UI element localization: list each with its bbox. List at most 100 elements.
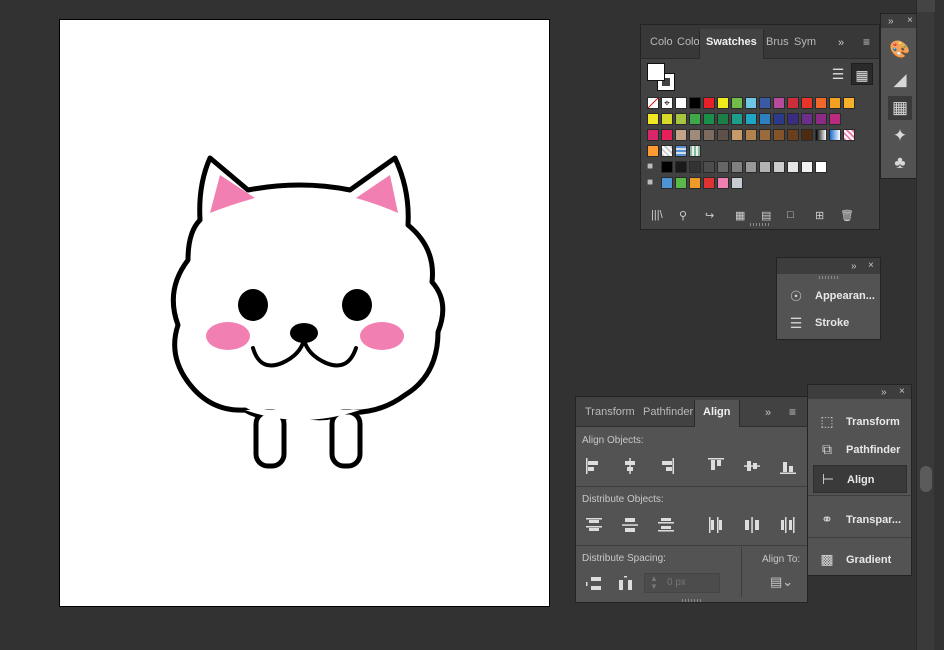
swatch-chip[interactable] [661, 129, 673, 141]
swatch-chip[interactable] [731, 97, 743, 109]
swatch-chip[interactable] [689, 161, 701, 173]
swatch-chip[interactable] [801, 129, 813, 141]
color-group-folder-icon[interactable]: ■ [647, 161, 659, 173]
horizontal-distribute-center-icon[interactable] [742, 515, 762, 535]
align-to-dropdown-icon[interactable]: ▤⌄ [770, 575, 793, 588]
swatch-chip[interactable] [815, 97, 827, 109]
resize-grip[interactable] [681, 599, 702, 602]
vertical-align-center-icon[interactable] [742, 456, 762, 476]
horizontal-align-left-icon[interactable] [584, 456, 604, 476]
panel-item-align[interactable]: ⊢ Align [813, 465, 907, 493]
swatch-chip[interactable] [731, 161, 743, 173]
horizontal-distribute-space-icon[interactable] [616, 574, 636, 594]
swatch-chip[interactable] [661, 177, 673, 189]
scrollbar-thumb[interactable] [920, 466, 932, 492]
swatch-chip[interactable] [787, 97, 799, 109]
thumbnail-view-icon[interactable]: ▦ [851, 63, 873, 85]
vertical-scrollbar[interactable] [916, 0, 935, 650]
swatch-chip[interactable] [801, 113, 813, 125]
palette-icon[interactable]: 🎨 [888, 38, 912, 62]
gradient-arc-icon[interactable]: ◢ [888, 68, 912, 92]
pattern-swatch[interactable] [661, 145, 673, 157]
pattern-swatch[interactable] [675, 145, 687, 157]
tab-align[interactable]: Align [694, 400, 740, 427]
swatch-chip[interactable] [703, 129, 715, 141]
swatch-chip[interactable] [731, 177, 743, 189]
close-icon[interactable]: × [868, 261, 874, 271]
brush-icon[interactable]: ✦ [888, 124, 912, 148]
dog-illustration[interactable] [60, 20, 551, 608]
swatch-chip[interactable] [815, 161, 827, 173]
vertical-distribute-center-icon[interactable] [620, 515, 640, 535]
panel-item-pathfinder[interactable]: ⧉ Pathfinder [808, 436, 911, 464]
swatch-chip[interactable] [745, 129, 757, 141]
resize-grip[interactable] [818, 276, 839, 279]
swatch-chip[interactable] [773, 97, 785, 109]
panel-menu-icon[interactable]: ≡ [789, 406, 796, 418]
panel-expand-icon[interactable]: » [765, 408, 771, 419]
gradient-pattern-swatch[interactable] [815, 129, 827, 141]
swatch-chip[interactable] [689, 177, 701, 189]
swatch-chip[interactable] [731, 113, 743, 125]
club-icon[interactable]: ♣ [888, 151, 912, 175]
collapse-icon[interactable]: » [851, 262, 857, 272]
tab-color[interactable]: Colo [647, 29, 676, 59]
collapse-icon[interactable]: » [888, 17, 894, 27]
swatch-chip[interactable] [689, 97, 701, 109]
artboard[interactable] [59, 19, 550, 607]
swatch-chip[interactable] [661, 113, 673, 125]
panel-expand-icon[interactable]: » [838, 38, 844, 49]
swatch-chip[interactable] [787, 113, 799, 125]
place-swatch-icon[interactable]: ↪ [705, 209, 714, 222]
swatch-libraries-icon[interactable]: |||\ [651, 209, 663, 221]
horizontal-align-center-icon[interactable] [620, 456, 640, 476]
swatch-chip[interactable] [703, 97, 715, 109]
horizontal-align-right-icon[interactable] [656, 456, 676, 476]
gradient-pattern-swatch[interactable] [829, 129, 841, 141]
tab-pathfinder[interactable]: Pathfinder [640, 400, 696, 427]
swatch-chip[interactable] [759, 97, 771, 109]
new-swatch-icon[interactable]: ⊞ [815, 209, 824, 222]
swatch-chip[interactable] [703, 177, 715, 189]
tab-swatches[interactable]: Swatches [699, 29, 764, 59]
horizontal-distribute-left-icon[interactable] [706, 515, 726, 535]
swatch-chip[interactable] [675, 113, 687, 125]
swatch-chip[interactable] [801, 97, 813, 109]
swatch-chip[interactable] [717, 177, 729, 189]
close-icon[interactable]: × [907, 16, 913, 26]
swatch-chip[interactable] [647, 129, 659, 141]
resize-grip[interactable] [750, 223, 770, 226]
panel-item-appearance[interactable]: ☉ Appearan... [777, 283, 880, 309]
list-view-icon[interactable]: ☰ [827, 63, 849, 85]
swatch-chip[interactable] [731, 129, 743, 141]
swatch-chip[interactable] [745, 161, 757, 173]
panel-menu-icon[interactable]: ≡ [863, 36, 870, 48]
swatch-chip[interactable] [773, 161, 785, 173]
swatch-chip[interactable] [675, 177, 687, 189]
none-swatch[interactable] [647, 97, 659, 109]
swatch-options-icon[interactable]: ▤ [761, 209, 771, 222]
swatch-chip[interactable] [717, 129, 729, 141]
swatch-chip[interactable] [689, 129, 701, 141]
horizontal-distribute-right-icon[interactable] [778, 515, 798, 535]
swatch-chip[interactable] [759, 129, 771, 141]
find-swatch-icon[interactable]: ⚲ [679, 209, 687, 222]
stepper-icon[interactable]: ▲ ▼ [650, 575, 658, 591]
vertical-align-bottom-icon[interactable] [778, 456, 798, 476]
show-kinds-icon[interactable]: ▦ [735, 209, 745, 222]
swatch-chip[interactable] [773, 113, 785, 125]
swatch-chip[interactable] [759, 161, 771, 173]
new-group-folder-icon[interactable]: □ [787, 209, 794, 221]
swatch-chip[interactable] [675, 129, 687, 141]
registration-swatch[interactable]: ⌖ [661, 97, 673, 109]
vertical-align-top-icon[interactable] [706, 456, 726, 476]
swatch-chip[interactable] [773, 129, 785, 141]
swatch-chip[interactable] [647, 145, 659, 157]
swatch-chip[interactable] [647, 113, 659, 125]
swatch-chip[interactable] [703, 161, 715, 173]
fill-swatch[interactable] [647, 63, 665, 81]
swatch-chip[interactable] [801, 161, 813, 173]
swatch-chip[interactable] [689, 113, 701, 125]
swatch-chip[interactable] [843, 97, 855, 109]
delete-swatch-icon[interactable]: 🗑 [840, 209, 854, 222]
